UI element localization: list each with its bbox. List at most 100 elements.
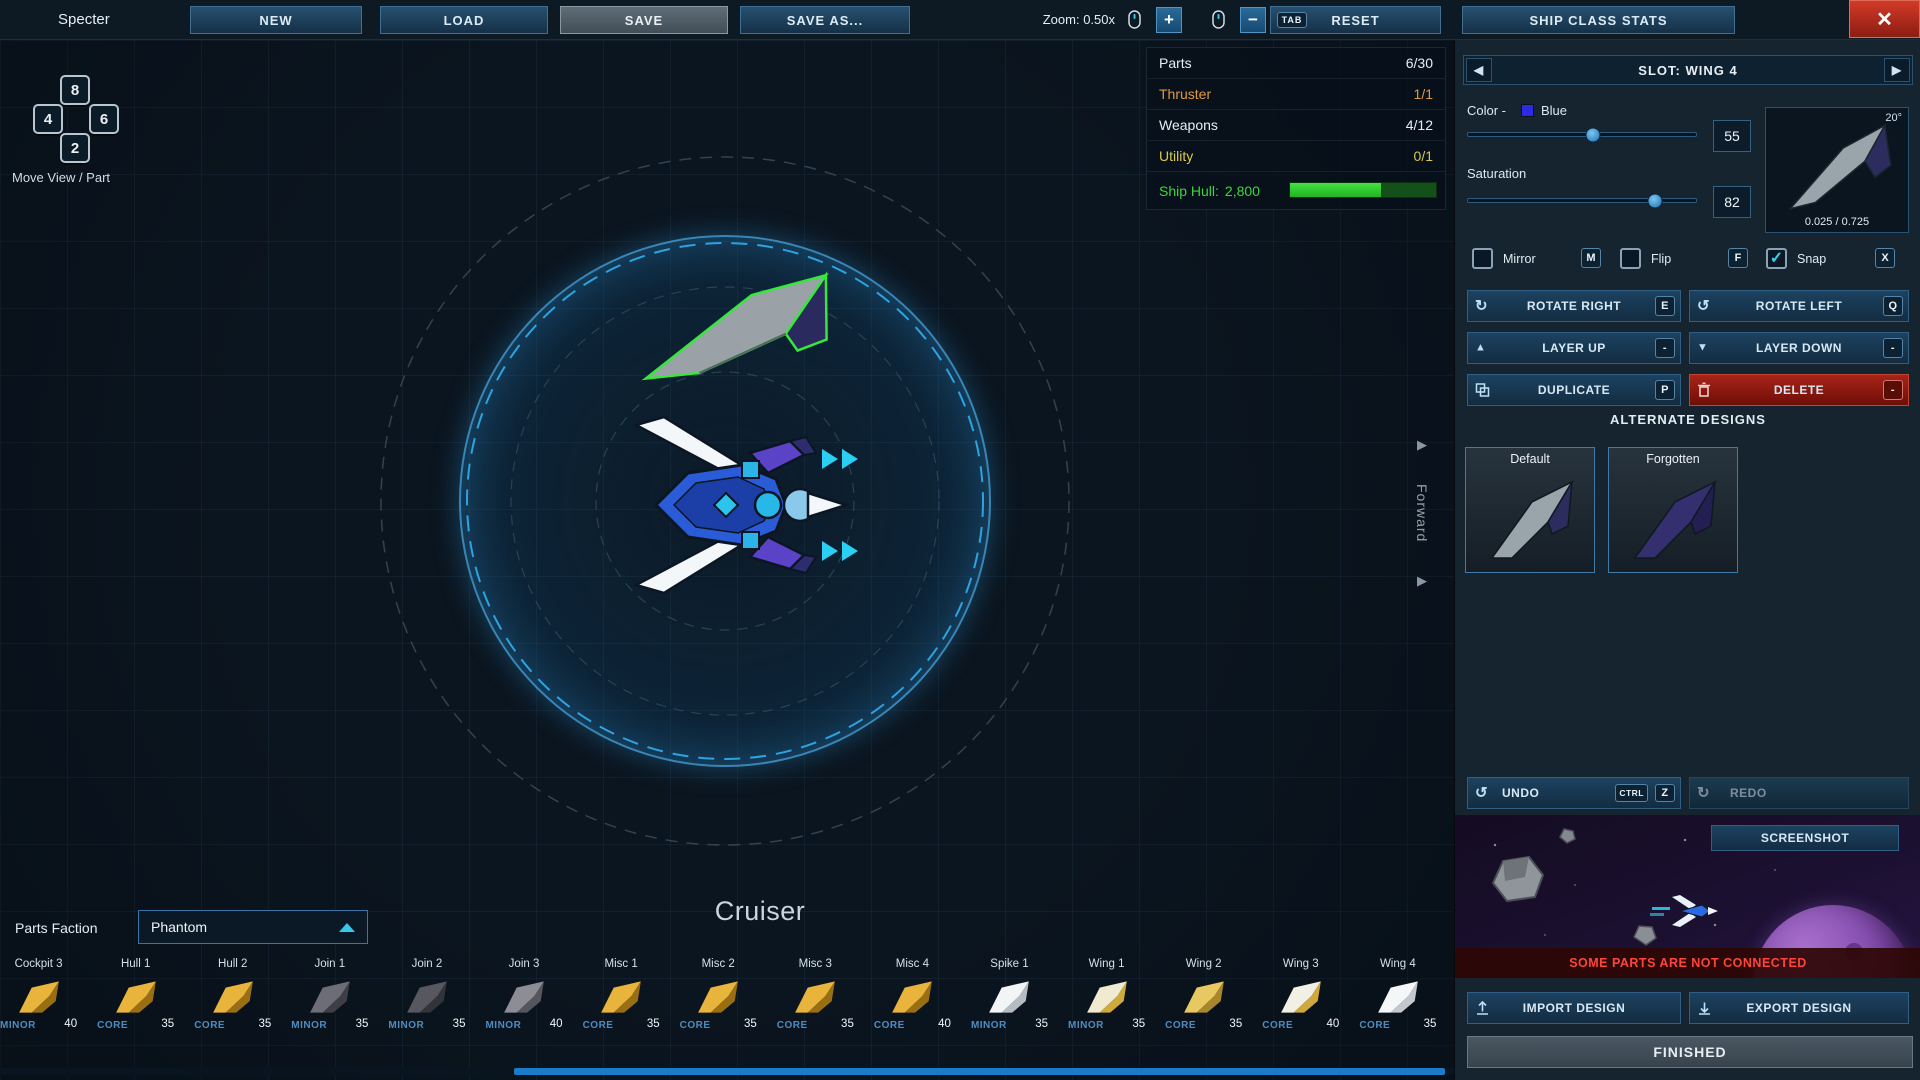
mirror-checkbox[interactable] <box>1472 248 1493 269</box>
stat-label: Parts <box>1159 55 1192 71</box>
part-tier: CORE <box>1262 1020 1293 1031</box>
close-button[interactable]: ✕ <box>1849 0 1920 38</box>
part-item[interactable]: Hull 1 CORE 35 <box>87 958 184 1034</box>
part-item[interactable]: Misc 3 CORE 35 <box>767 958 864 1034</box>
zoom-in-button[interactable]: + <box>1156 7 1182 33</box>
part-stats: CORE 35 <box>87 1018 184 1034</box>
part-preview-image <box>1771 121 1904 218</box>
ship-class-stats-button[interactable]: SHIP CLASS STATS <box>1462 6 1735 34</box>
part-item[interactable]: Misc 4 CORE 40 <box>864 958 961 1034</box>
chevron-up-icon <box>339 923 355 932</box>
part-item[interactable]: Hull 2 CORE 35 <box>184 958 281 1034</box>
part-name: Wing 4 <box>1349 958 1446 974</box>
slot-title: SLOT: WING 4 <box>1638 63 1737 78</box>
part-item[interactable]: Spike 1 MINOR 35 <box>961 958 1058 1034</box>
layer-up-button[interactable]: ▲ LAYER UP - <box>1467 332 1681 364</box>
delete-button[interactable]: DELETE - <box>1689 374 1909 406</box>
part-cost: 40 <box>938 1018 951 1030</box>
duplicate-button[interactable]: DUPLICATE P <box>1467 374 1681 406</box>
redo-label: REDO <box>1730 786 1767 800</box>
parts-scrollbar-track[interactable] <box>0 1068 1454 1075</box>
part-item[interactable]: Join 3 MINOR 40 <box>475 958 572 1034</box>
part-tier: CORE <box>194 1020 225 1031</box>
forward-marker: ▶ Forward ▶ <box>1408 438 1436 598</box>
part-icon <box>986 978 1032 1016</box>
new-button[interactable]: NEW <box>190 6 362 34</box>
part-cost: 35 <box>841 1018 854 1030</box>
part-stats: CORE 35 <box>184 1018 281 1034</box>
delete-label: DELETE <box>1774 383 1824 397</box>
part-item[interactable]: Join 2 MINOR 35 <box>378 958 475 1034</box>
part-item[interactable]: Misc 2 CORE 35 <box>670 958 767 1034</box>
design-label: Default <box>1466 452 1594 466</box>
save-button[interactable]: SAVE <box>560 6 728 34</box>
part-item[interactable]: Wing 4 CORE 35 <box>1349 958 1446 1034</box>
reset-button[interactable]: TAB RESET <box>1270 6 1441 34</box>
color-value-box[interactable]: 55 <box>1713 120 1751 152</box>
finished-button[interactable]: FINISHED <box>1467 1036 1913 1068</box>
part-name: Hull 2 <box>184 958 281 974</box>
asteroid-small <box>1557 827 1577 845</box>
part-name: Cockpit 3 <box>0 958 87 974</box>
saturation-slider[interactable] <box>1467 198 1697 203</box>
ctrl-key-badge: CTRL <box>1615 784 1648 802</box>
ship-assembly[interactable] <box>630 415 870 595</box>
screenshot-button[interactable]: SCREENSHOT <box>1711 825 1899 851</box>
part-tier: CORE <box>680 1020 711 1031</box>
slot-header: ◀ SLOT: WING 4 ▶ <box>1463 55 1913 85</box>
redo-button[interactable]: ↻ REDO <box>1689 777 1909 809</box>
rotate-left-icon: ↺ <box>1697 299 1710 314</box>
undo-button[interactable]: ↺ UNDO CTRL Z <box>1467 777 1681 809</box>
rotate-right-button[interactable]: ↻ ROTATE RIGHT E <box>1467 290 1681 322</box>
part-icon <box>501 978 547 1016</box>
build-stats-panel: Parts 6/30 Thruster 1/1 Weapons 4/12 Uti… <box>1146 47 1446 210</box>
layer-down-button[interactable]: ▼ LAYER DOWN - <box>1689 332 1909 364</box>
import-design-button[interactable]: IMPORT DESIGN <box>1467 992 1681 1024</box>
faction-dropdown[interactable]: Phantom <box>138 910 368 944</box>
snap-checkbox[interactable]: ✓ <box>1766 248 1787 269</box>
rotate-left-button[interactable]: ↺ ROTATE LEFT Q <box>1689 290 1909 322</box>
color-label: Color - <box>1467 103 1506 118</box>
part-cost: 35 <box>356 1018 369 1030</box>
zoom-out-button[interactable]: − <box>1240 7 1266 33</box>
stat-row: Utility 0/1 <box>1147 141 1445 172</box>
part-cost: 35 <box>1035 1018 1048 1030</box>
selected-wing-part[interactable] <box>630 269 839 389</box>
color-slider[interactable] <box>1467 132 1697 137</box>
part-offset-readout: 0.025 / 0.725 <box>1766 216 1908 228</box>
part-name: Wing 1 <box>1058 958 1155 974</box>
part-stats: MINOR 40 <box>0 1018 87 1034</box>
part-item[interactable]: Join 1 MINOR 35 <box>281 958 378 1034</box>
part-item[interactable]: Wing 1 MINOR 35 <box>1058 958 1155 1034</box>
load-button[interactable]: LOAD <box>380 6 548 34</box>
design-thumbnail[interactable]: Forgotten <box>1608 447 1738 573</box>
saturation-value-box[interactable]: 82 <box>1713 186 1751 218</box>
forward-arrow-icon: ▶ <box>1408 438 1436 452</box>
color-slider-handle[interactable] <box>1586 127 1601 142</box>
parts-scrollbar-thumb[interactable] <box>514 1068 1445 1075</box>
part-name: Wing 2 <box>1155 958 1252 974</box>
build-canvas[interactable]: 8 4 6 2 Move View / Part Parts 6/30 Thru… <box>0 40 1454 1080</box>
part-cost: 40 <box>550 1018 563 1030</box>
alternate-designs-title: ALTERNATE DESIGNS <box>1455 412 1920 427</box>
part-stats: MINOR 35 <box>378 1018 475 1034</box>
stat-row: Weapons 4/12 <box>1147 110 1445 141</box>
flip-key-badge: F <box>1728 248 1748 268</box>
part-icon <box>598 978 644 1016</box>
part-item[interactable]: Wing 2 CORE 35 <box>1155 958 1252 1034</box>
slot-prev-button[interactable]: ◀ <box>1466 58 1492 82</box>
saturation-slider-handle[interactable] <box>1647 193 1662 208</box>
part-name: Misc 3 <box>767 958 864 974</box>
part-icon <box>307 978 353 1016</box>
flip-checkbox[interactable] <box>1620 248 1641 269</box>
save-as-button[interactable]: SAVE AS... <box>740 6 910 34</box>
export-design-button[interactable]: EXPORT DESIGN <box>1689 992 1909 1024</box>
part-stats: CORE 35 <box>1349 1018 1446 1034</box>
part-item[interactable]: Cockpit 3 MINOR 40 <box>0 958 87 1034</box>
part-stats: MINOR 40 <box>475 1018 572 1034</box>
design-thumbnail[interactable]: Default <box>1465 447 1595 573</box>
slot-next-button[interactable]: ▶ <box>1884 58 1910 82</box>
part-item[interactable]: Wing 3 CORE 40 <box>1252 958 1349 1034</box>
part-item[interactable]: Misc 1 CORE 35 <box>573 958 670 1034</box>
part-name: Join 2 <box>378 958 475 974</box>
